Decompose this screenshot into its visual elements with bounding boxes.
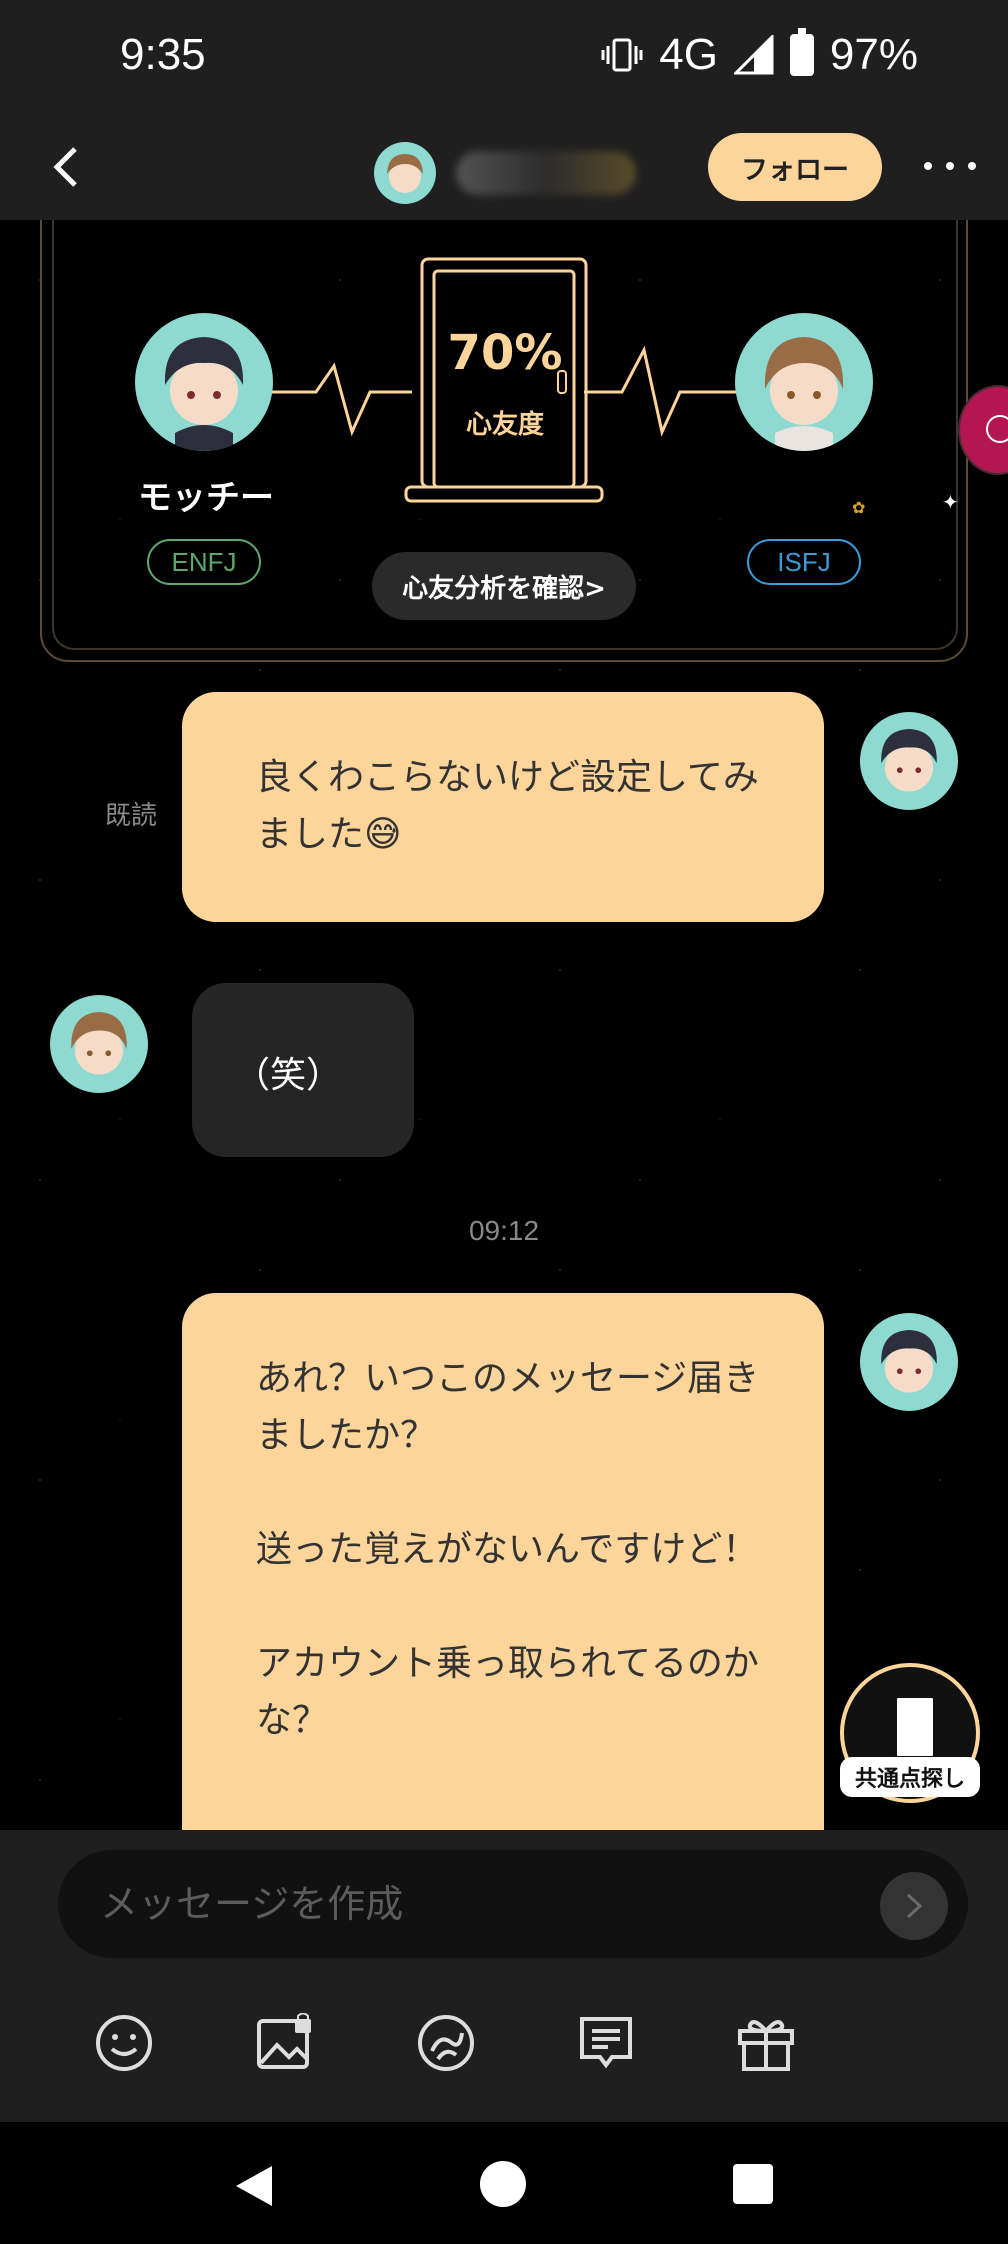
partner-message-bubble[interactable]: （笑）: [192, 983, 414, 1157]
door-icon: [894, 1695, 936, 1759]
friendship-percent: 70%: [447, 325, 563, 381]
more-dot-icon: [946, 162, 954, 170]
avatar-face-icon: [764, 337, 844, 451]
message-text: 良くわこらないけど設定してみました😅: [256, 757, 759, 855]
image-lock-icon: [257, 2013, 311, 2069]
image-button[interactable]: [247, 2005, 323, 2081]
message-paragraph: あれ？いつこのメッセージ届きましたか？: [256, 1358, 760, 1456]
emoji-button[interactable]: [86, 2005, 162, 2081]
nav-recents-icon[interactable]: [733, 2164, 773, 2204]
sparkle-icon: ✦: [942, 490, 959, 514]
follow-button[interactable]: フォロー: [708, 133, 882, 201]
avatar-face-icon: [164, 337, 244, 451]
my-avatar[interactable]: [135, 313, 273, 451]
back-button[interactable]: [38, 139, 94, 195]
vibrate-icon: [601, 38, 643, 72]
chevron-right-icon: [906, 1893, 923, 1919]
message-input[interactable]: [58, 1850, 968, 1958]
sticker-button[interactable]: [408, 2005, 484, 2081]
partner-mbti-badge: ISFJ: [747, 539, 861, 585]
message-paragraph: アカウント乗っ取られてるのかな？: [256, 1643, 759, 1741]
message-paragraph: 送った覚えがないんですけど！: [256, 1529, 759, 1570]
avatar-face-icon: [71, 1012, 127, 1075]
more-options-button[interactable]: [924, 151, 976, 181]
status-time: 9:35: [120, 30, 206, 79]
chevron-left-icon: [53, 147, 77, 187]
friendship-percent-label: 心友度: [465, 410, 544, 440]
template-button[interactable]: [568, 2005, 644, 2081]
gift-icon: [738, 2020, 794, 2071]
message-text: （笑）: [234, 1055, 343, 1096]
my-avatar-small[interactable]: [860, 712, 958, 810]
my-message-bubble[interactable]: あれ？いつこのメッセージ届きましたか？ 送った覚えがないんですけど！ アカウント…: [182, 1293, 824, 1830]
partner-avatar-small[interactable]: [50, 995, 148, 1093]
my-username: モッチー: [138, 478, 274, 518]
gift-button[interactable]: [728, 2005, 804, 2081]
message-timestamp: 09:12: [468, 1215, 540, 1246]
read-receipt: 既読: [105, 801, 158, 831]
nav-home-icon[interactable]: [480, 2161, 526, 2207]
message-template-icon: [580, 2017, 632, 2069]
composer-area: [0, 1830, 1008, 2122]
find-common-ground-label[interactable]: 共通点探し: [840, 1757, 980, 1797]
nav-back-icon[interactable]: [232, 2164, 274, 2208]
status-bar: 9:35 4G 97%: [0, 0, 1008, 115]
my-message-bubble[interactable]: 良くわこらないけど設定してみました😅: [182, 692, 824, 922]
composer-toolbar: [0, 2005, 1008, 2095]
send-button[interactable]: [880, 1872, 948, 1940]
partner-name-blurred: [456, 151, 636, 195]
chat-header: フォロー: [0, 115, 1008, 220]
my-mbti-badge: ENFJ: [147, 539, 261, 585]
battery-icon: [789, 28, 814, 76]
system-nav-bar: [0, 2122, 1008, 2244]
partner-avatar-large[interactable]: [735, 313, 873, 451]
friendship-analysis-button[interactable]: 心友分析を確認>: [372, 552, 636, 620]
signal-icon: [733, 35, 774, 75]
partner-avatar[interactable]: [374, 142, 436, 204]
avatar-face-icon: [881, 729, 937, 792]
plus-circle-icon: [986, 415, 1008, 443]
battery-level: 97%: [829, 30, 918, 79]
emoji-icon: [96, 2015, 152, 2071]
more-dot-icon: [968, 162, 976, 170]
sticker-icon: [418, 2015, 474, 2071]
more-dot-icon: [924, 162, 932, 170]
decoration-icon: ✿: [852, 498, 866, 517]
avatar-face-icon: [881, 1330, 937, 1393]
network-label: 4G: [659, 30, 718, 79]
status-indicators: 4G 97%: [601, 28, 918, 80]
avatar-face-icon: [387, 154, 423, 193]
my-avatar-small[interactable]: [860, 1313, 958, 1411]
